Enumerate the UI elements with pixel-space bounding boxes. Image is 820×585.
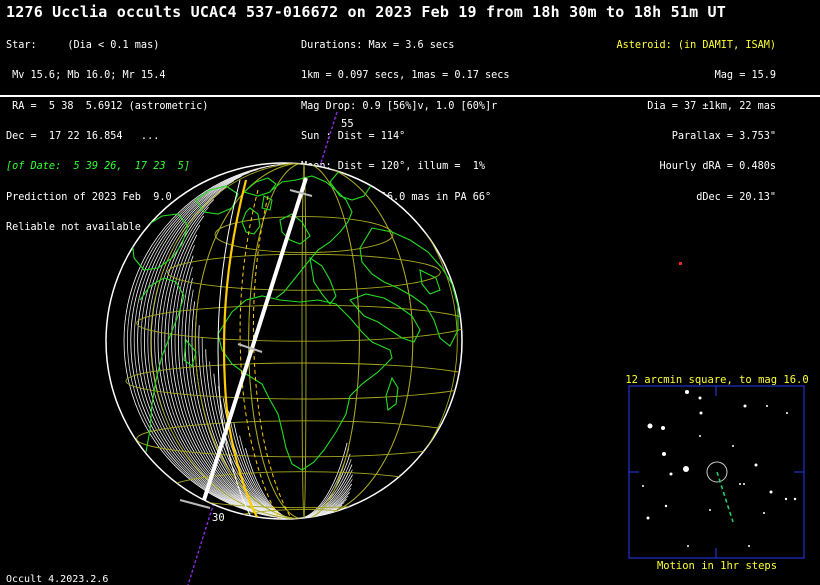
chart-star <box>647 423 653 429</box>
chart-star <box>748 545 750 547</box>
asteroid-header: Asteroid: (in DAMIT, ISAM) <box>616 40 776 52</box>
chart-star <box>699 411 703 415</box>
chart-star <box>687 545 689 547</box>
sub-star-point <box>679 262 682 265</box>
track-label-30: 30 <box>212 512 225 524</box>
chart-star <box>699 435 701 437</box>
star-info-line: Star: (Dia < 0.1 mas) <box>6 40 160 52</box>
chart-star <box>754 463 758 467</box>
chart-star <box>793 497 797 501</box>
chart-star <box>732 445 734 447</box>
star-info-line: Mv 15.6; Mb 16.0; Mr 15.4 <box>6 70 166 82</box>
chart-star <box>769 490 773 494</box>
star-chart-frame <box>628 385 805 559</box>
event-info-line: Durations: Max = 3.6 secs <box>301 40 455 52</box>
chart-star <box>763 512 765 514</box>
event-info-line: 1km = 0.097 secs, 1mas = 0.17 secs <box>301 70 510 82</box>
star-chart-footer: Motion in 1hr steps <box>656 560 778 572</box>
chart-star <box>661 426 665 430</box>
chart-star <box>766 405 768 407</box>
chart-star <box>743 404 747 408</box>
chart-star <box>685 390 689 394</box>
chart-star <box>664 504 668 508</box>
star-chart-ticks <box>629 386 804 558</box>
chart-star <box>786 412 788 414</box>
chart-star <box>709 509 711 511</box>
chart-star <box>642 485 644 487</box>
chart-star <box>646 516 650 520</box>
chart-star <box>662 452 666 456</box>
chart-star <box>683 466 689 472</box>
star-chart-title: 12 arcmin square, to mag 16.0 <box>625 374 809 386</box>
page-title: 1276 Ucclia occults UCAC4 537-016672 on … <box>6 3 726 21</box>
asteroid-motion-line <box>716 471 734 523</box>
chart-star <box>743 483 745 485</box>
chart-star <box>669 472 673 476</box>
chart-star <box>698 396 702 400</box>
chart-star <box>784 497 788 501</box>
version-label: Occult 4.2023.2.6 <box>6 574 109 585</box>
star-chart <box>628 385 805 559</box>
asteroid-mag: Mag = 15.9 <box>714 70 776 82</box>
chart-star <box>739 483 741 485</box>
track-label-55: 55 <box>341 118 354 130</box>
occultation-map <box>105 111 805 585</box>
